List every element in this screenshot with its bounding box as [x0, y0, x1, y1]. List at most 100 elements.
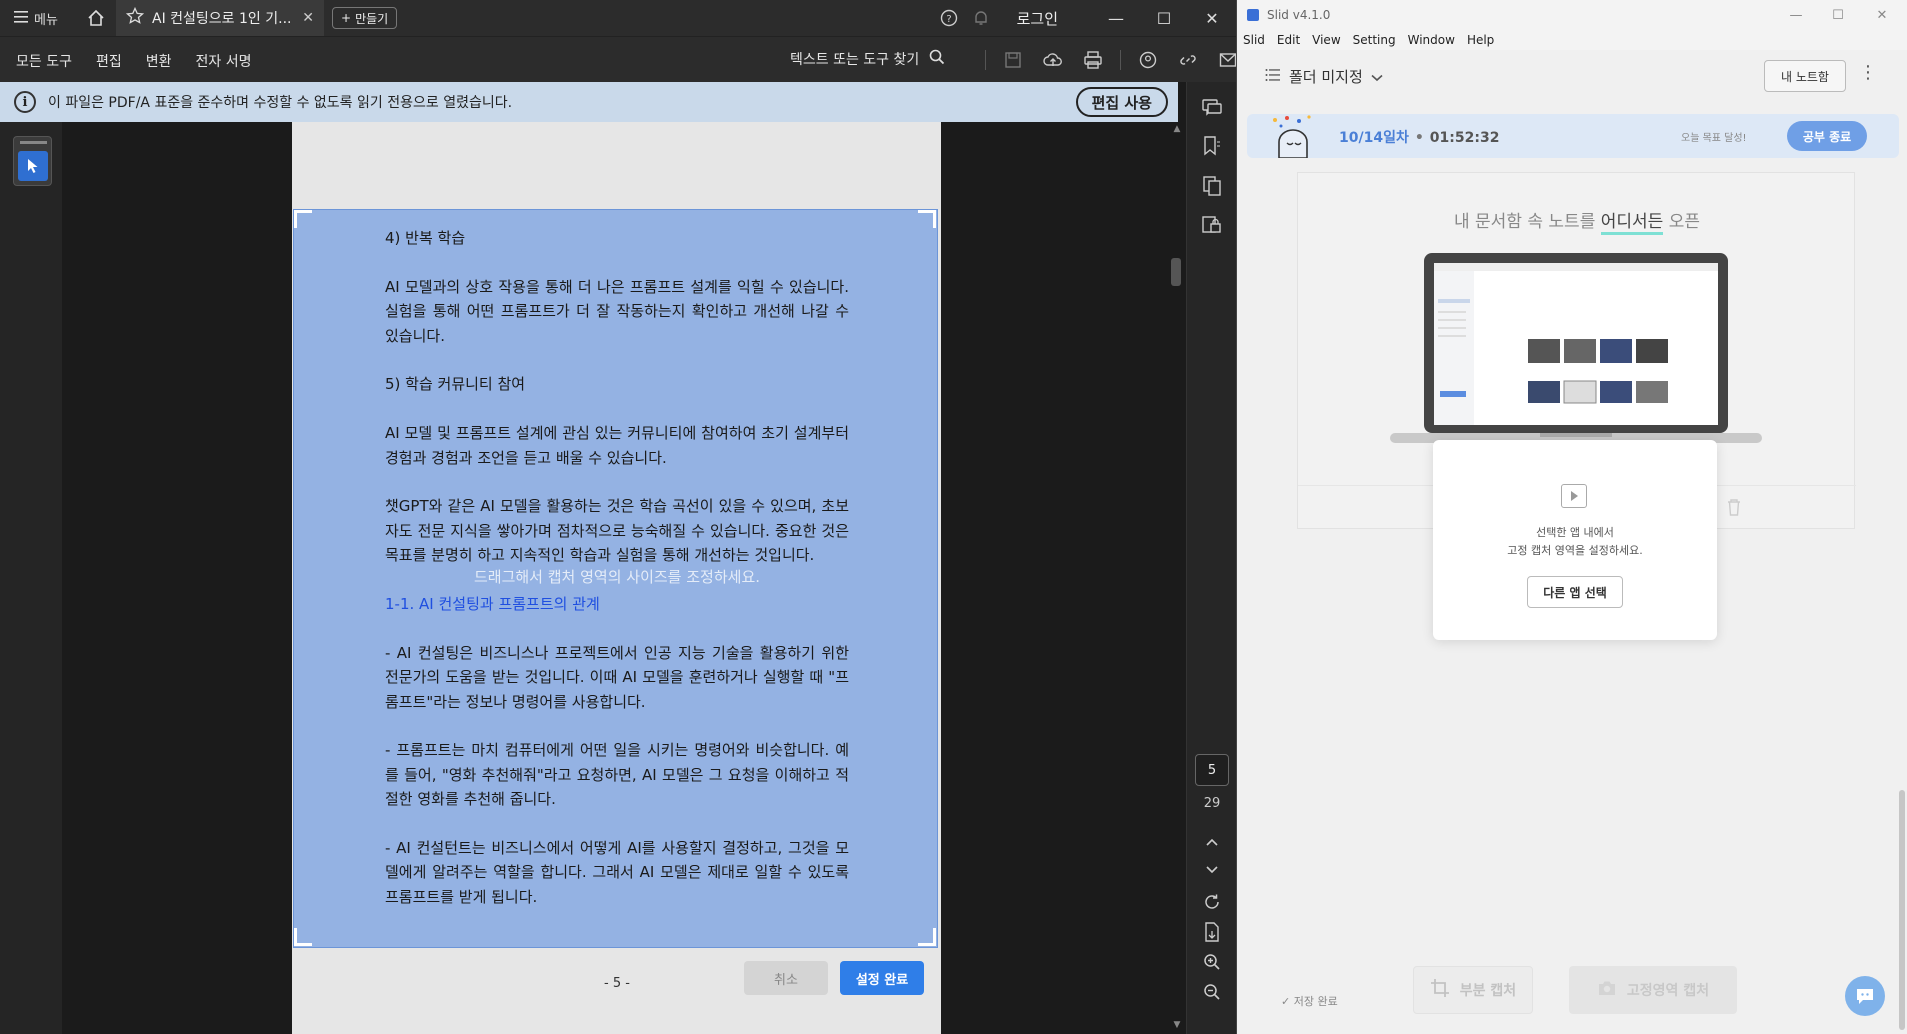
login-button[interactable]: 로그인 [1017, 8, 1058, 29]
close-tab-icon[interactable]: ✕ [302, 10, 314, 26]
study-time: 01:52:32 [1429, 130, 1500, 146]
panel-grip[interactable] [20, 141, 47, 144]
study-day-timer: 10/14일차 • 01:52:32 [1339, 127, 1499, 147]
slid-maximize-icon[interactable]: ☐ [1815, 0, 1861, 30]
cancel-button[interactable]: 취소 [744, 961, 828, 995]
scroll-thumb[interactable] [1171, 258, 1181, 286]
slid-scroll-thumb[interactable] [1899, 790, 1905, 1030]
slid-menu-view[interactable]: View [1312, 33, 1340, 47]
home-icon[interactable] [86, 8, 106, 28]
protect-icon[interactable] [1200, 212, 1224, 236]
resize-handle-top-right[interactable] [918, 210, 936, 228]
maximize-icon[interactable]: ☐ [1140, 0, 1188, 36]
cursor-tool-icon[interactable] [18, 151, 48, 181]
video-frame-icon [1561, 484, 1587, 508]
chevron-down-icon [1371, 68, 1383, 86]
scroll-up-icon[interactable]: ▲ [1171, 124, 1183, 134]
star-icon[interactable] [125, 6, 145, 29]
promo-heading-emphasis: 어디서든 [1600, 212, 1664, 235]
mascot-icon [1265, 114, 1325, 159]
zoom-in-icon[interactable] [1200, 950, 1224, 974]
comment-icon[interactable] [1200, 96, 1224, 120]
laptop-illustration [1390, 241, 1762, 466]
page-footer-number: - 5 - [604, 976, 630, 991]
slid-menu-setting[interactable]: Setting [1353, 33, 1396, 47]
paragraph: AI 모델 및 프롬프트 설계에 관심 있는 커뮤니티에 참여하여 초기 설계부… [385, 424, 849, 467]
pages-icon[interactable] [1200, 174, 1224, 198]
partial-capture-label: 부분 캡처 [1459, 983, 1517, 999]
scroll-down-icon[interactable]: ▼ [1171, 1020, 1183, 1030]
slid-minimize-icon[interactable]: — [1773, 0, 1819, 30]
resize-handle-top-left[interactable] [294, 210, 312, 228]
next-page-icon[interactable] [1200, 858, 1224, 882]
page-extract-icon[interactable] [1200, 920, 1224, 944]
document-tab[interactable]: AI 컨설팅으로 1인 기... ✕ [116, 0, 324, 36]
list-icon [1265, 68, 1281, 86]
create-button[interactable]: + 만들기 [332, 7, 398, 29]
confirm-capture-button[interactable]: 설정 완료 [840, 961, 924, 995]
menu-e-sign[interactable]: 전자 서명 [196, 51, 252, 71]
svg-text:?: ? [946, 14, 951, 25]
minimize-icon[interactable]: — [1092, 0, 1140, 36]
promo-heading: 내 문서함 속 노트를 어디서든 오픈 [1298, 207, 1856, 235]
popup-message-line1: 선택한 앱 내에서 [1536, 526, 1614, 539]
cloud-upload-icon[interactable] [1040, 47, 1066, 73]
vertical-scrollbar[interactable]: ▲ ▼ [1168, 122, 1186, 1034]
previous-page-icon[interactable] [1200, 830, 1224, 854]
camera-icon [1597, 979, 1617, 1001]
chat-support-icon[interactable] [1845, 976, 1885, 1016]
acrobat-toolbar: 모든 도구 편집 변환 전자 서명 텍스트 또는 도구 찾기 [0, 36, 1237, 82]
heading-community: 5) 학습 커뮤니티 참여 [385, 375, 526, 394]
menu-edit[interactable]: 편집 [96, 51, 122, 71]
infobar-message: 이 파일은 PDF/A 표준을 준수하며 수정할 수 없도록 읽기 전용으로 열… [48, 95, 513, 111]
menu-button[interactable]: 메뉴 [14, 9, 58, 28]
partial-capture-button[interactable]: 부분 캡처 [1413, 966, 1533, 1014]
slid-menubar: Slid Edit View Setting Window Help [1237, 30, 1907, 50]
slid-menu-window[interactable]: Window [1408, 33, 1455, 47]
slid-menu-slid[interactable]: Slid [1243, 33, 1265, 47]
menu-convert[interactable]: 변환 [146, 51, 172, 71]
menu-all-tools[interactable]: 모든 도구 [16, 51, 72, 71]
end-study-button[interactable]: 공부 종료 [1787, 121, 1867, 151]
more-options-icon[interactable]: ⋮ [1859, 62, 1877, 83]
paragraph: - AI 컨설팅은 비즈니스나 프로젝트에서 인공 지능 기술을 활용하기 위한… [385, 643, 849, 711]
resize-handle-bottom-right[interactable] [918, 928, 936, 946]
my-notes-button[interactable]: 내 노트함 [1764, 60, 1846, 92]
slid-close-icon[interactable]: ✕ [1859, 0, 1905, 30]
bell-icon[interactable] [969, 6, 993, 30]
save-icon[interactable] [1000, 47, 1026, 73]
rotate-icon[interactable] [1200, 890, 1224, 914]
save-status: ✓ 저장 완료 [1281, 993, 1338, 1009]
slid-menu-help[interactable]: Help [1467, 33, 1494, 47]
tool-search[interactable]: 텍스트 또는 도구 찾기 [790, 49, 945, 69]
capture-hint: 드래그해서 캡처 영역의 사이즈를 조정하세요. [473, 568, 761, 586]
slid-window: Slid v4.1.0 — ☐ ✕ Slid Edit View Setting… [1236, 0, 1907, 1034]
share-people-icon[interactable] [1135, 47, 1161, 73]
slid-scrollbar[interactable] [1897, 160, 1907, 1034]
close-window-icon[interactable]: ✕ [1188, 0, 1236, 36]
slid-window-title: Slid v4.1.0 [1267, 8, 1331, 22]
acrobat-window: 메뉴 AI 컨설팅으로 1인 기... ✕ + 만들기 ? 로그인 — ☐ ✕ … [0, 0, 1237, 1034]
fixed-capture-label: 고정영역 캡처 [1626, 983, 1710, 999]
enable-editing-button[interactable]: 편집 사용 [1075, 87, 1168, 117]
hamburger-icon [14, 10, 28, 27]
goal-achieved-label: 오늘 목표 달성! [1681, 133, 1747, 144]
current-page-input[interactable]: 5 [1195, 754, 1229, 786]
heading-repeat-learning: 4) 반복 학습 [385, 229, 466, 247]
search-label: 텍스트 또는 도구 찾기 [790, 52, 920, 68]
crop-capture-icon [1430, 978, 1450, 1002]
folder-selector[interactable]: 폴더 미지정 [1265, 66, 1383, 87]
bookmark-icon[interactable] [1200, 134, 1224, 158]
paragraph: AI 모델과의 상호 작용을 통해 더 나은 프롬프트 설계를 익힐 수 있습니… [385, 277, 849, 345]
resize-handle-bottom-left[interactable] [294, 928, 312, 946]
print-icon[interactable] [1080, 47, 1106, 73]
link-icon[interactable] [1175, 47, 1201, 73]
menu-label: 메뉴 [34, 13, 58, 28]
slid-menu-edit[interactable]: Edit [1277, 33, 1300, 47]
fixed-capture-button[interactable]: 고정영역 캡처 [1569, 966, 1737, 1014]
select-other-app-button[interactable]: 다른 앱 선택 [1527, 576, 1623, 608]
save-status-label: 저장 완료 [1293, 995, 1338, 1008]
trash-icon[interactable] [1726, 498, 1742, 520]
help-icon[interactable]: ? [937, 6, 961, 30]
zoom-out-icon[interactable] [1200, 980, 1224, 1004]
